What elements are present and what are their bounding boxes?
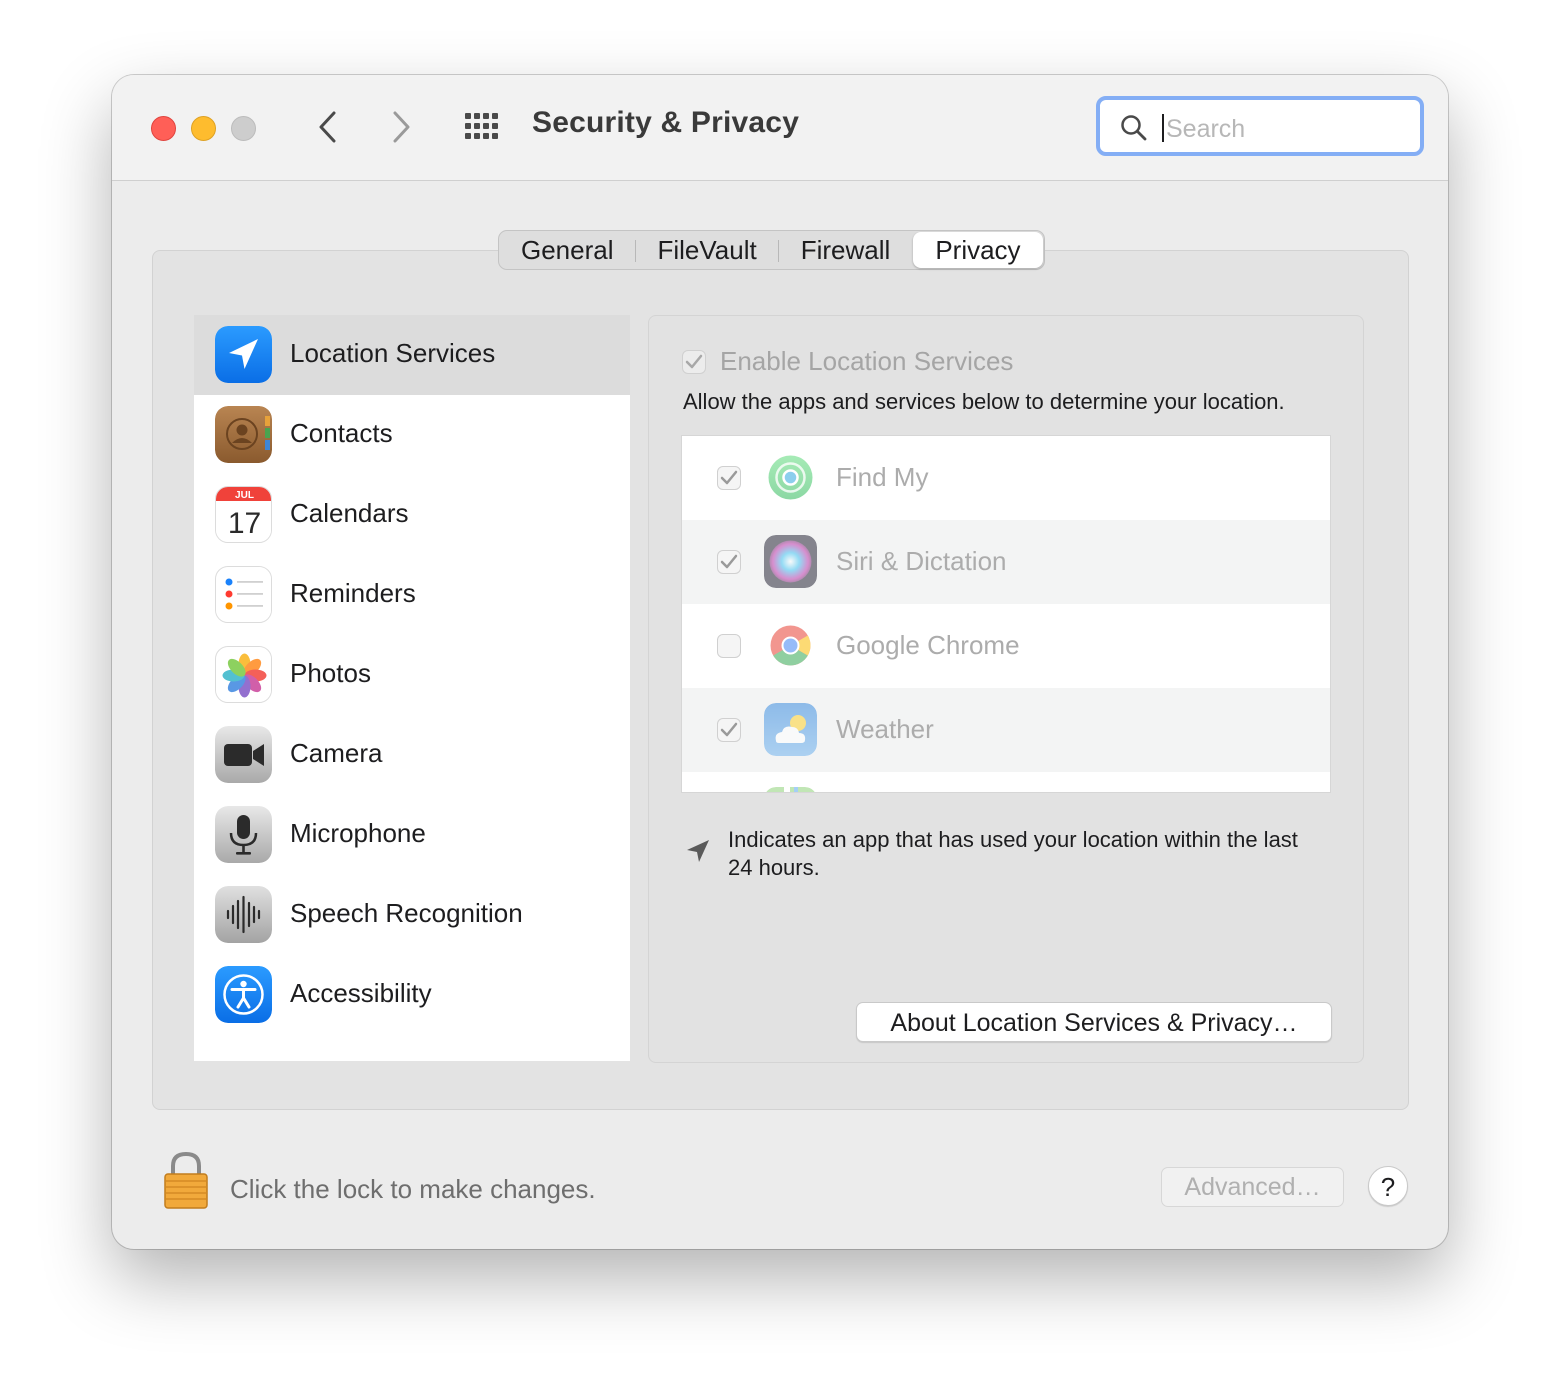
app-label: Google Chrome xyxy=(836,630,1020,660)
sidebar-item-label: Reminders xyxy=(290,578,416,608)
enable-location-label: Enable Location Services xyxy=(720,346,1014,376)
weather-icon xyxy=(764,703,817,756)
reminders-icon xyxy=(215,566,272,623)
search-field[interactable] xyxy=(1096,96,1424,156)
sidebar-item-label: Photos xyxy=(290,658,371,688)
app-row-find-my[interactable]: Find My xyxy=(682,436,1330,520)
microphone-icon xyxy=(215,806,272,863)
advanced-button[interactable]: Advanced… xyxy=(1161,1167,1344,1207)
camera-icon xyxy=(215,726,272,783)
tab-filevault[interactable]: FileVault xyxy=(636,231,779,269)
tab-firewall[interactable]: Firewall xyxy=(779,231,913,269)
app-checkbox[interactable] xyxy=(717,466,741,490)
sidebar-item-accessibility[interactable]: Accessibility xyxy=(194,955,630,1035)
sidebar-item-microphone[interactable]: Microphone xyxy=(194,795,630,875)
enable-location-services-checkbox[interactable]: Enable Location Services xyxy=(682,346,1013,377)
contacts-icon xyxy=(215,406,272,463)
location-arrow-icon xyxy=(687,840,709,862)
padlock-icon xyxy=(164,1151,208,1209)
app-row-weather[interactable]: Weather xyxy=(682,688,1330,772)
tab-bar: General FileVault Firewall Privacy xyxy=(498,230,1045,270)
app-row-google-chrome[interactable]: Google Chrome xyxy=(682,604,1330,688)
app-checkbox[interactable] xyxy=(717,550,741,574)
calendar-day: 17 xyxy=(228,507,261,540)
app-checkbox[interactable] xyxy=(717,634,741,658)
location-services-pane: Enable Location Services Allow the apps … xyxy=(648,315,1364,1063)
checkmark-icon xyxy=(685,354,703,368)
close-window-button[interactable] xyxy=(151,116,176,141)
forward-button[interactable] xyxy=(382,107,422,147)
help-button[interactable]: ? xyxy=(1368,1166,1408,1206)
search-icon xyxy=(1121,115,1147,141)
location-app-list[interactable]: Find My Siri & Dictation Google Chrome W… xyxy=(681,435,1331,793)
calendar-icon: JUL 17 xyxy=(215,486,272,543)
lock-button[interactable] xyxy=(162,1150,210,1215)
calendar-month: JUL xyxy=(235,490,254,501)
chevron-left-icon xyxy=(319,111,336,143)
checkmark-icon xyxy=(720,554,738,569)
sidebar-item-label: Contacts xyxy=(290,418,393,448)
title-bar: Security & Privacy xyxy=(112,75,1448,181)
chevron-right-icon xyxy=(393,111,410,143)
minimize-window-button[interactable] xyxy=(191,116,216,141)
speech-waveform-icon xyxy=(215,886,272,943)
sidebar-item-photos[interactable]: Photos xyxy=(194,635,630,715)
about-location-services-button[interactable]: About Location Services & Privacy… xyxy=(856,1002,1332,1042)
sidebar-item-speech-recognition[interactable]: Speech Recognition xyxy=(194,875,630,955)
siri-icon xyxy=(764,535,817,588)
app-row-partial xyxy=(682,772,1330,792)
checkmark-icon xyxy=(720,722,738,737)
checkbox[interactable] xyxy=(682,349,706,374)
sidebar-item-contacts[interactable]: Contacts xyxy=(194,395,630,475)
zoom-window-button[interactable] xyxy=(231,116,256,141)
sidebar-item-calendars[interactable]: JUL 17 Calendars xyxy=(194,475,630,555)
app-label: Siri & Dictation xyxy=(836,546,1007,576)
location-description: Allow the apps and services below to det… xyxy=(683,389,1285,414)
app-checkbox[interactable] xyxy=(717,718,741,742)
preferences-window: Security & Privacy General FileVault Fir… xyxy=(112,75,1448,1249)
sidebar-item-label: Microphone xyxy=(290,818,426,848)
sidebar-item-label: Accessibility xyxy=(290,978,432,1008)
location-note-text: Indicates an app that has used your loca… xyxy=(728,827,1298,880)
photos-icon xyxy=(215,646,272,703)
accessibility-icon xyxy=(215,966,272,1023)
sidebar-item-reminders[interactable]: Reminders xyxy=(194,555,630,635)
sidebar-item-label: Location Services xyxy=(290,338,496,368)
sidebar-item-label: Calendars xyxy=(290,498,409,528)
tab-privacy[interactable]: Privacy xyxy=(913,232,1043,268)
checkmark-icon xyxy=(720,470,738,485)
app-label: Find My xyxy=(836,462,929,492)
location-arrow-icon xyxy=(215,326,272,383)
privacy-category-list: Location Services Contacts JUL 17 Calenda… xyxy=(194,315,630,1061)
sidebar-item-label: Camera xyxy=(290,738,383,768)
sidebar-item-camera[interactable]: Camera xyxy=(194,715,630,795)
lock-status-text: Click the lock to make changes. xyxy=(230,1174,596,1204)
sidebar-item-location-services[interactable]: Location Services xyxy=(194,315,630,395)
tab-general[interactable]: General xyxy=(499,231,636,269)
app-row-siri-dictation[interactable]: Siri & Dictation xyxy=(682,520,1330,604)
maps-icon xyxy=(764,787,817,792)
show-all-button[interactable] xyxy=(462,110,506,144)
app-label: Weather xyxy=(836,714,934,744)
back-button[interactable] xyxy=(307,107,347,147)
chrome-icon xyxy=(764,619,817,672)
search-input[interactable] xyxy=(1164,108,1408,150)
window-title: Security & Privacy xyxy=(532,106,800,139)
sidebar-item-label: Speech Recognition xyxy=(290,898,523,928)
grid-icon xyxy=(465,113,498,139)
find-my-icon xyxy=(764,451,817,504)
